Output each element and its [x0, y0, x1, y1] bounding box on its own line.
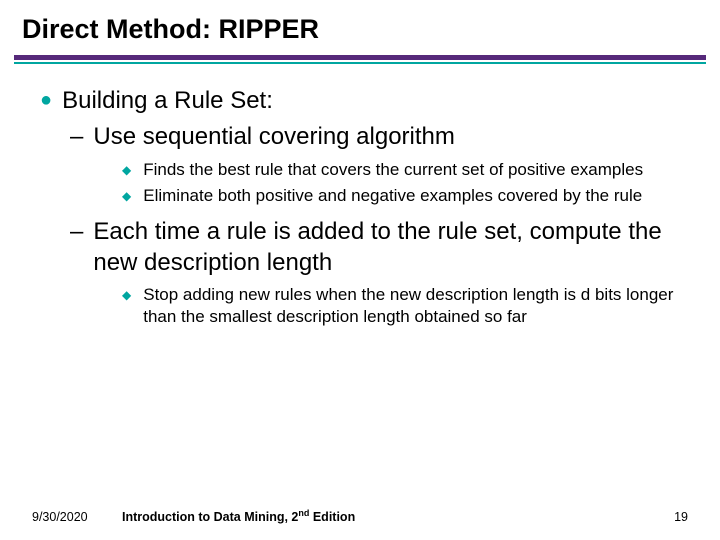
footer-book-suffix: Edition [309, 510, 355, 524]
footer: 9/30/2020 Introduction to Data Mining, 2… [0, 508, 720, 524]
bullet-text: Stop adding new rules when the new descr… [143, 284, 680, 328]
bullet-level3: ◆ Finds the best rule that covers the cu… [122, 159, 680, 181]
bullet-text: Building a Rule Set: [62, 86, 680, 116]
disc-icon: ● [40, 86, 52, 114]
bullet-text: Use sequential covering algorithm [93, 122, 680, 153]
diamond-icon: ◆ [122, 288, 131, 304]
bullet-text: Eliminate both positive and negative exa… [143, 185, 680, 207]
slide: Direct Method: RIPPER ● Building a Rule … [0, 0, 720, 540]
title-rule [14, 55, 706, 64]
bullet-level3: ◆ Stop adding new rules when the new des… [122, 284, 680, 328]
bullet-level1: ● Building a Rule Set: [40, 86, 680, 116]
bullet-level2: – Use sequential covering algorithm [70, 122, 680, 153]
footer-date: 9/30/2020 [32, 510, 122, 524]
footer-book-prefix: Introduction to Data Mining, 2 [122, 510, 298, 524]
bullet-text: Each time a rule is added to the rule se… [93, 217, 680, 278]
dash-icon: – [70, 217, 83, 248]
diamond-icon: ◆ [122, 189, 131, 205]
footer-page-number: 19 [628, 510, 688, 524]
bullet-text: Finds the best rule that covers the curr… [143, 159, 680, 181]
dash-icon: – [70, 122, 83, 153]
bullet-level2: – Each time a rule is added to the rule … [70, 217, 680, 278]
content-area: ● Building a Rule Set: – Use sequential … [0, 64, 720, 329]
slide-title: Direct Method: RIPPER [0, 0, 720, 55]
diamond-icon: ◆ [122, 163, 131, 179]
footer-book: Introduction to Data Mining, 2nd Edition [122, 508, 628, 524]
footer-book-sup: nd [298, 508, 309, 518]
bullet-level3: ◆ Eliminate both positive and negative e… [122, 185, 680, 207]
